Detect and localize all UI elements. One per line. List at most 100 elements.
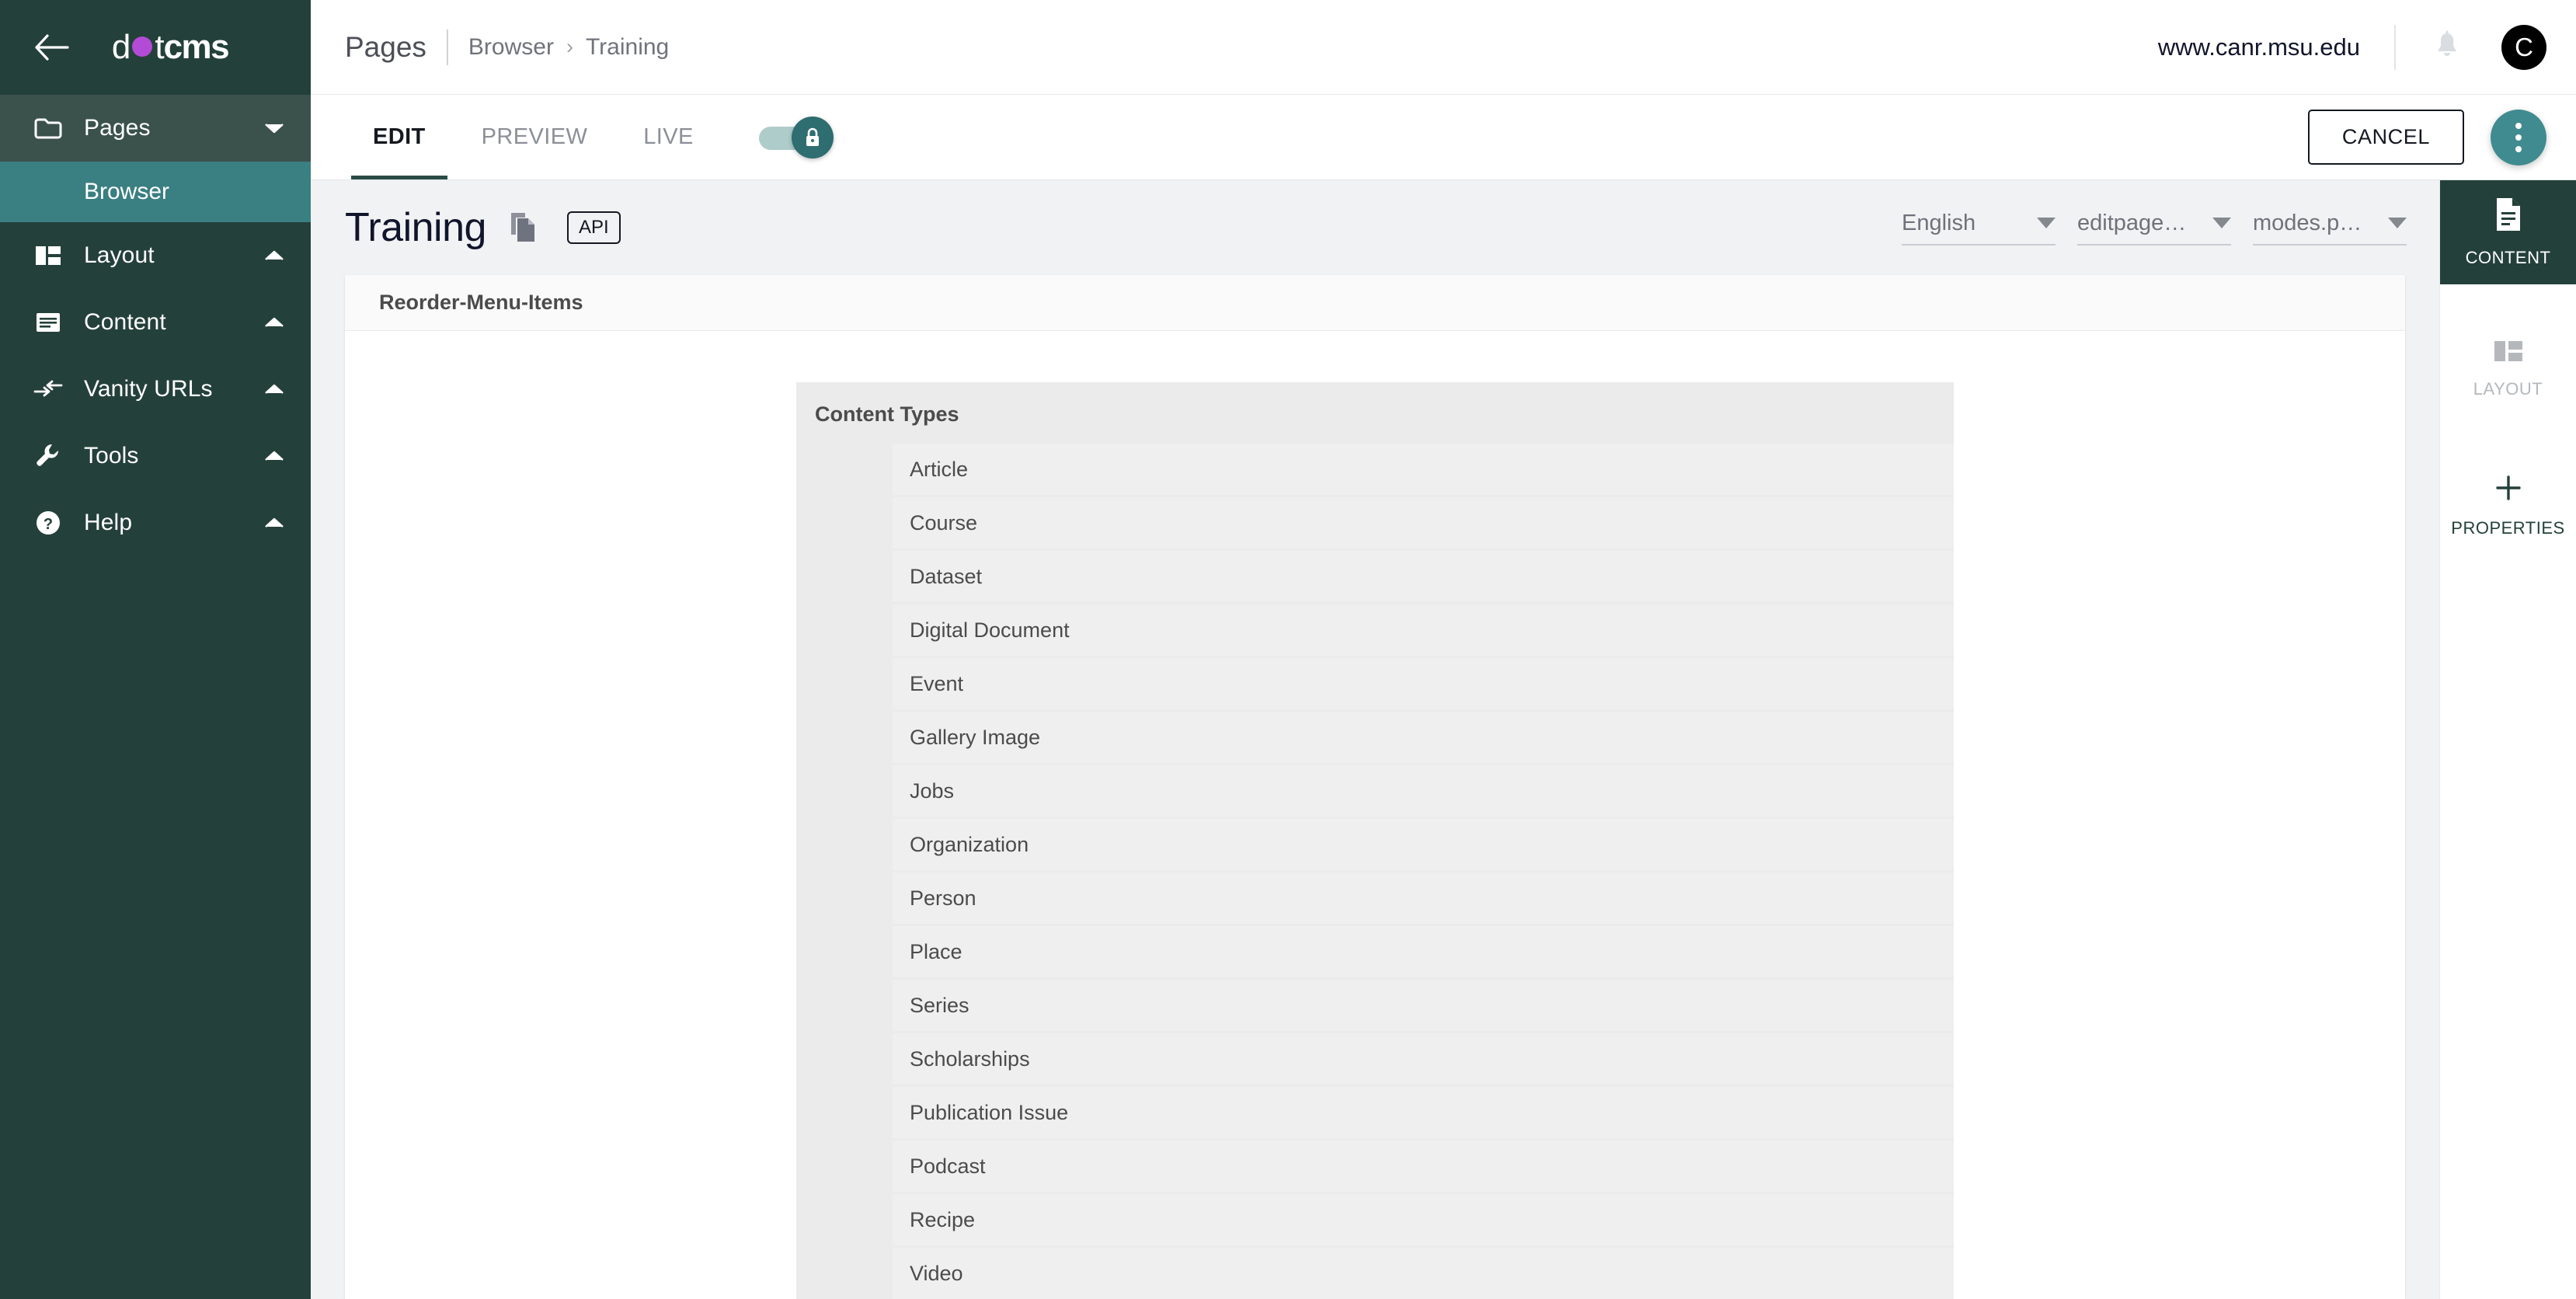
dot-1	[2515, 122, 2522, 129]
sidebar-header: d t cms	[0, 0, 311, 95]
dotcms-logo: d t cms	[76, 28, 284, 67]
language-select[interactable]: English	[1902, 211, 2056, 246]
canvas-body: Content Types Article Course Dataset Dig…	[345, 331, 2405, 1299]
chevron-right-icon: ›	[566, 35, 573, 58]
cancel-button[interactable]: CANCEL	[2307, 110, 2464, 165]
sidebar-label-tools: Tools	[84, 443, 139, 468]
rail-label-content: CONTENT	[2465, 248, 2551, 267]
sidebar-item-pages[interactable]: Pages	[0, 95, 311, 162]
dot-2	[2515, 134, 2522, 141]
chevron-up-icon[interactable]	[263, 511, 286, 535]
rail-spacer	[2440, 421, 2576, 454]
chevron-up-icon[interactable]	[263, 444, 286, 468]
api-badge[interactable]: API	[566, 211, 621, 244]
rail-spacer	[2440, 284, 2576, 317]
header-divider	[2394, 24, 2396, 70]
chevron-down-icon[interactable]	[263, 117, 286, 140]
rail-label-layout: LAYOUT	[2473, 379, 2543, 399]
sidebar-item-content[interactable]: Content	[0, 289, 311, 356]
notification-bell-icon[interactable]	[2416, 16, 2478, 78]
avatar[interactable]: C	[2501, 24, 2546, 70]
device-select[interactable]: modes.p…	[2253, 211, 2407, 246]
list-item[interactable]: Podcast	[893, 1141, 1954, 1192]
list-item[interactable]: Series	[893, 980, 1954, 1031]
mode-tabs: EDIT PREVIEW LIVE	[345, 95, 722, 179]
content-types-list: Article Course Dataset Digital Document …	[796, 444, 1954, 1299]
layout-icon	[33, 240, 64, 271]
list-item[interactable]: Scholarships	[893, 1033, 1954, 1085]
content-icon	[33, 307, 64, 338]
canvas-wrapper: Reorder-Menu-Items Content Types Article…	[311, 275, 2439, 1299]
lock-toggle[interactable]	[758, 116, 834, 158]
tab-edit-label: EDIT	[373, 124, 426, 149]
device-select-value: modes.p…	[2253, 210, 2362, 235]
list-item[interactable]: Place	[893, 926, 1954, 977]
sidebar-item-layout[interactable]: Layout	[0, 222, 311, 289]
tab-preview[interactable]: PREVIEW	[454, 95, 616, 179]
copy-icon[interactable]	[508, 211, 541, 244]
chevron-down-icon	[2037, 218, 2056, 228]
page-selectors: English editpage… modes.p…	[1902, 211, 2407, 246]
persona-select-value: editpage…	[2077, 210, 2187, 235]
logo-t: t	[155, 28, 164, 66]
body-area: Training API English editpage… modes.p… …	[311, 180, 2576, 1299]
more-options-button[interactable]	[2491, 109, 2546, 165]
rail-item-layout[interactable]: LAYOUT	[2440, 317, 2576, 421]
right-rail: CONTENT LAYOUT PROPERTIES	[2439, 180, 2576, 1299]
sidebar-item-tools[interactable]: Tools	[0, 423, 311, 489]
chevron-up-icon[interactable]	[263, 311, 286, 334]
list-item[interactable]: Person	[893, 872, 1954, 924]
persona-select[interactable]: editpage…	[2077, 211, 2231, 246]
chevron-down-icon	[2388, 218, 2407, 228]
tab-preview-label: PREVIEW	[481, 124, 588, 149]
dot-3	[2515, 145, 2522, 152]
sidebar-item-help[interactable]: ? Help	[0, 489, 311, 556]
tab-live[interactable]: LIVE	[615, 95, 721, 179]
language-select-value: English	[1902, 210, 1976, 235]
document-icon	[2493, 197, 2524, 236]
header-right: www.canr.msu.edu C	[2158, 16, 2546, 78]
breadcrumb: Pages Browser › Training	[345, 29, 670, 65]
rail-item-properties[interactable]: PROPERTIES	[2440, 454, 2576, 558]
list-item[interactable]: Organization	[893, 819, 1954, 870]
list-item[interactable]: Event	[893, 658, 1954, 709]
sidebar-label-help: Help	[84, 510, 133, 535]
tab-edit[interactable]: EDIT	[345, 95, 454, 179]
list-item[interactable]: Recipe	[893, 1194, 1954, 1245]
list-item[interactable]: Digital Document	[893, 604, 1954, 656]
list-item[interactable]: Publication Issue	[893, 1087, 1954, 1138]
back-arrow-icon[interactable]	[26, 23, 76, 72]
workspace: Training API English editpage… modes.p… …	[311, 180, 2439, 1299]
breadcrumb-training: Training	[585, 33, 670, 60]
page-title-row: Training API English editpage… modes.p…	[311, 180, 2439, 275]
sidebar-item-browser[interactable]: Browser	[0, 162, 311, 222]
breadcrumb-root[interactable]: Pages	[345, 31, 447, 64]
breadcrumb-browser[interactable]: Browser	[448, 34, 554, 61]
plus-icon	[2494, 473, 2523, 507]
content-types-container: Content Types Article Course Dataset Dig…	[796, 382, 1954, 1299]
rail-item-content[interactable]: CONTENT	[2440, 180, 2576, 284]
lock-icon	[806, 127, 819, 146]
sidebar-label-layout: Layout	[84, 242, 155, 268]
chevron-up-icon[interactable]	[263, 244, 286, 267]
logo-d: d	[111, 28, 131, 66]
vanity-urls-icon	[33, 374, 64, 405]
app-root: d t cms Pages Browser Layout Content Van…	[0, 0, 2576, 1299]
tab-live-label: LIVE	[643, 124, 694, 149]
main-area: Pages Browser › Training www.canr.msu.ed…	[311, 0, 2576, 1299]
list-item[interactable]: Jobs	[893, 765, 1954, 817]
svg-text:?: ?	[44, 516, 53, 533]
list-item[interactable]: Course	[893, 497, 1954, 549]
chevron-up-icon[interactable]	[263, 378, 286, 401]
list-item[interactable]: Dataset	[893, 551, 1954, 602]
logo-cms: cms	[163, 28, 230, 66]
sidebar-item-vanity-urls[interactable]: Vanity URLs	[0, 356, 311, 423]
site-url-label[interactable]: www.canr.msu.edu	[2158, 33, 2394, 61]
list-item[interactable]: Article	[893, 444, 1954, 495]
page-canvas: Reorder-Menu-Items Content Types Article…	[345, 275, 2405, 1299]
container-title: Reorder-Menu-Items	[345, 275, 2405, 331]
list-item[interactable]: Gallery Image	[893, 712, 1954, 763]
list-item[interactable]: Video	[893, 1248, 1954, 1299]
page-title: Training	[345, 205, 486, 250]
folder-icon	[33, 113, 64, 144]
